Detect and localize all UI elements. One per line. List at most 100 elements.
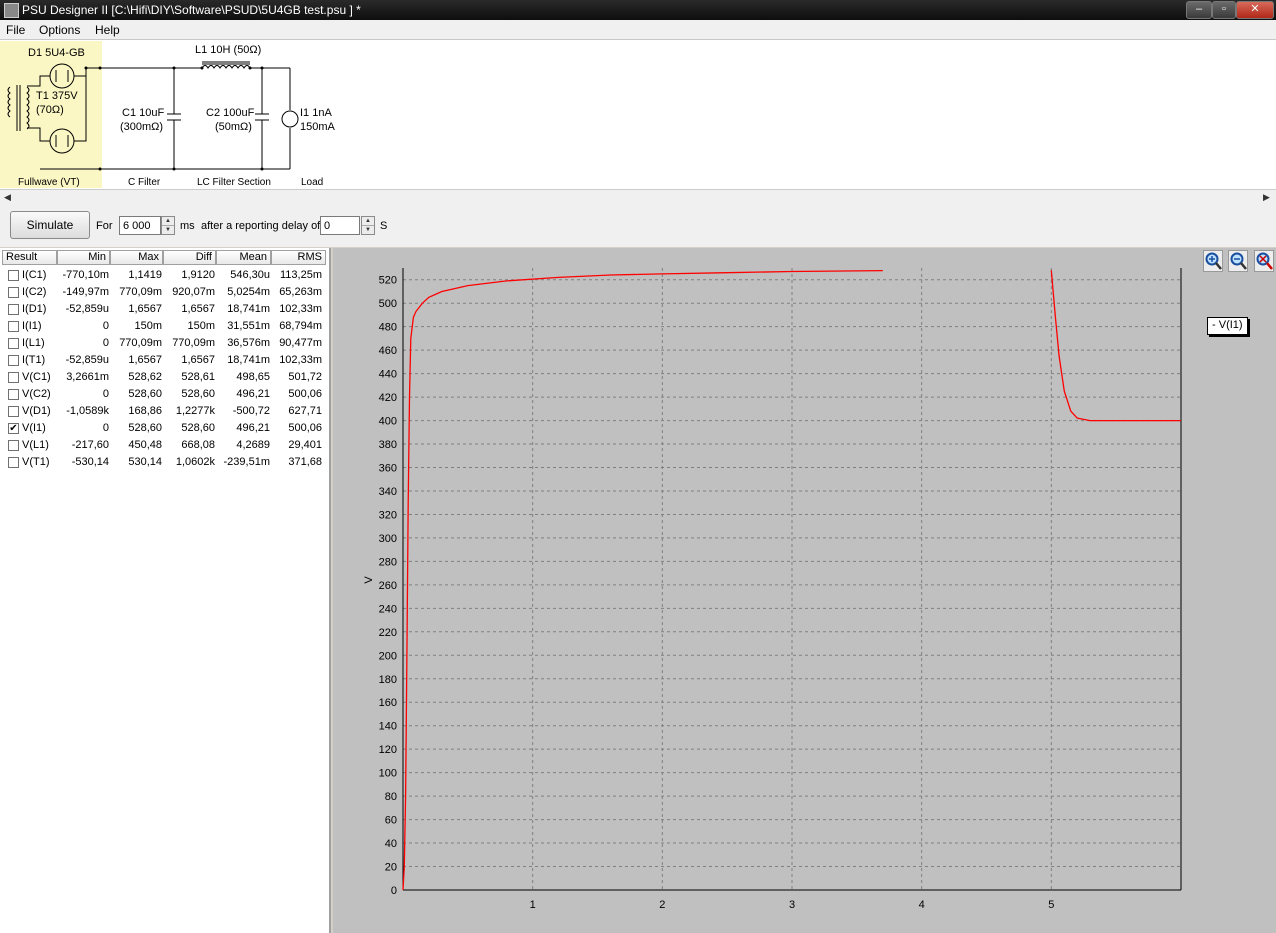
load-label[interactable]: I1 1nA — [300, 107, 332, 119]
row-diff-value: 1,2277k — [175, 405, 215, 417]
rectifier-label[interactable]: D1 5U4-GB — [28, 47, 85, 59]
simulate-button[interactable]: Simulate — [10, 211, 90, 239]
row-diff-value: 1,6567 — [181, 303, 215, 315]
row-min-value: -217,60 — [71, 439, 109, 451]
row-max-value: 1,1419 — [128, 269, 162, 281]
section-rectifier-label: Fullwave (VT) — [18, 177, 80, 188]
row-checkbox[interactable] — [8, 304, 19, 315]
row-result-name: V(D1) — [22, 405, 51, 417]
col-diff[interactable]: Diff — [163, 250, 216, 265]
row-rms-value: 29,401 — [288, 439, 322, 451]
row-diff-value: 1,6567 — [181, 354, 215, 366]
table-row[interactable]: I(C1) -770,10m 1,1419 1,9120 546,30u 113,25m — [2, 267, 326, 284]
table-row[interactable]: V(T1) -530,14 530,14 1,0602k -239,51m 371,68 — [2, 454, 326, 471]
maximize-icon: ▫ — [1222, 3, 1226, 15]
delay-input[interactable]: 0 — [320, 216, 360, 235]
for-label: For — [96, 220, 113, 232]
table-row[interactable]: I(L1) 0 770,09m 770,09m 36,576m 90,477m — [2, 335, 326, 352]
zoom-in-button[interactable] — [1203, 250, 1223, 272]
zoom-reset-button[interactable] — [1254, 250, 1274, 272]
zoom-in-icon — [1205, 252, 1222, 270]
row-diff-value: 770,09m — [172, 337, 215, 349]
row-checkbox[interactable] — [8, 372, 19, 383]
row-result-name: V(T1) — [22, 456, 50, 468]
chart-legend[interactable]: - V(I1) — [1207, 317, 1248, 335]
maximize-button[interactable]: ▫ — [1212, 1, 1236, 19]
table-row[interactable]: I(C2) -149,97m 770,09m 920,07m 5,0254m 65,263… — [2, 284, 326, 301]
zoom-out-button[interactable] — [1228, 250, 1248, 272]
row-checkbox[interactable] — [8, 355, 19, 366]
zoom-out-icon — [1230, 252, 1247, 270]
zoom-reset-icon — [1256, 252, 1273, 270]
menu-options[interactable]: Options — [39, 23, 80, 37]
transformer-label[interactable]: T1 375V — [36, 90, 78, 102]
minimize-button[interactable]: – — [1186, 1, 1212, 19]
duration-input[interactable]: 6 000 — [119, 216, 161, 235]
row-checkbox[interactable] — [8, 457, 19, 468]
row-min-value: 0 — [102, 422, 109, 434]
table-row[interactable]: I(I1) 0 150m 150m 31,551m 68,794m — [2, 318, 326, 335]
plot-panel — [333, 248, 1276, 933]
section-load-label: Load — [301, 177, 324, 188]
row-checkbox[interactable] — [8, 406, 19, 417]
table-row[interactable]: I(T1) -52,859u 1,6567 1,6567 18,741m 102,33m — [2, 352, 326, 369]
c1-label[interactable]: C1 10uF — [122, 107, 164, 119]
row-diff-value: 668,08 — [181, 439, 215, 451]
table-row[interactable]: V(C2) 0 528,60 528,60 496,21 500,06 — [2, 386, 326, 403]
row-checkbox[interactable]: ✔ — [8, 423, 19, 434]
row-checkbox[interactable] — [8, 321, 19, 332]
title-bar: PSU Designer II [C:\Hifi\DIY\Software\PS… — [0, 0, 1276, 20]
row-checkbox[interactable] — [8, 338, 19, 349]
row-result-name: I(L1) — [22, 337, 45, 349]
spin-up-icon[interactable]: ▲ — [362, 217, 374, 226]
row-rms-value: 102,33m — [279, 303, 322, 315]
row-max-value: 168,86 — [128, 405, 162, 417]
row-checkbox[interactable] — [8, 287, 19, 298]
scroll-right-icon[interactable]: ▶ — [1263, 192, 1270, 203]
close-button[interactable]: ✕ — [1236, 1, 1274, 19]
col-min[interactable]: Min — [57, 250, 110, 265]
row-mean-value: 36,576m — [227, 337, 270, 349]
table-row[interactable]: I(D1) -52,859u 1,6567 1,6567 18,741m 102,33m — [2, 301, 326, 318]
row-checkbox[interactable] — [8, 270, 19, 281]
row-min-value: -530,14 — [71, 456, 109, 468]
menu-help[interactable]: Help — [95, 23, 120, 37]
row-max-value: 530,14 — [128, 456, 162, 468]
spin-down-icon[interactable]: ▼ — [162, 226, 174, 234]
row-mean-value: 31,551m — [227, 320, 270, 332]
col-max[interactable]: Max — [110, 250, 163, 265]
row-min-value: 3,2661m — [66, 371, 109, 383]
table-row[interactable]: V(L1) -217,60 450,48 668,08 4,2689 29,401 — [2, 437, 326, 454]
row-result-name: I(I1) — [22, 320, 42, 332]
row-mean-value: 498,65 — [236, 371, 270, 383]
row-min-value: -1,0589k — [66, 405, 109, 417]
scroll-left-icon[interactable]: ◀ — [4, 192, 11, 203]
table-row[interactable]: V(D1) -1,0589k 168,86 1,2277k -500,72 627,71 — [2, 403, 326, 420]
row-rms-value: 68,794m — [279, 320, 322, 332]
delay-spinner[interactable]: ▲ ▼ — [361, 216, 375, 235]
ms-label: ms — [180, 220, 195, 232]
duration-spinner[interactable]: ▲ ▼ — [161, 216, 175, 235]
row-mean-value: 496,21 — [236, 388, 270, 400]
col-rms[interactable]: RMS — [271, 250, 326, 265]
row-result-name: V(C1) — [22, 371, 51, 383]
table-row[interactable]: ✔ V(I1) 0 528,60 528,60 496,21 500,06 — [2, 420, 326, 437]
spin-up-icon[interactable]: ▲ — [162, 217, 174, 226]
l1-label[interactable]: L1 10H (50Ω) — [195, 44, 261, 56]
row-checkbox[interactable] — [8, 440, 19, 451]
col-result[interactable]: Result — [2, 250, 57, 265]
row-rms-value: 371,68 — [288, 456, 322, 468]
row-min-value: -52,859u — [65, 303, 109, 315]
menu-file[interactable]: File — [6, 23, 25, 37]
load-current-label: 150mA — [300, 121, 335, 133]
col-mean[interactable]: Mean — [216, 250, 271, 265]
spin-down-icon[interactable]: ▼ — [362, 226, 374, 234]
c2-label[interactable]: C2 100uF — [206, 107, 254, 119]
row-checkbox[interactable] — [8, 389, 19, 400]
row-max-value: 528,60 — [128, 422, 162, 434]
row-rms-value: 102,33m — [279, 354, 322, 366]
table-row[interactable]: V(C1) 3,2661m 528,62 528,61 498,65 501,72 — [2, 369, 326, 386]
row-diff-value: 528,61 — [181, 371, 215, 383]
row-max-value: 528,62 — [128, 371, 162, 383]
schematic-scrollbar[interactable]: ◀ ▶ — [0, 189, 1276, 207]
